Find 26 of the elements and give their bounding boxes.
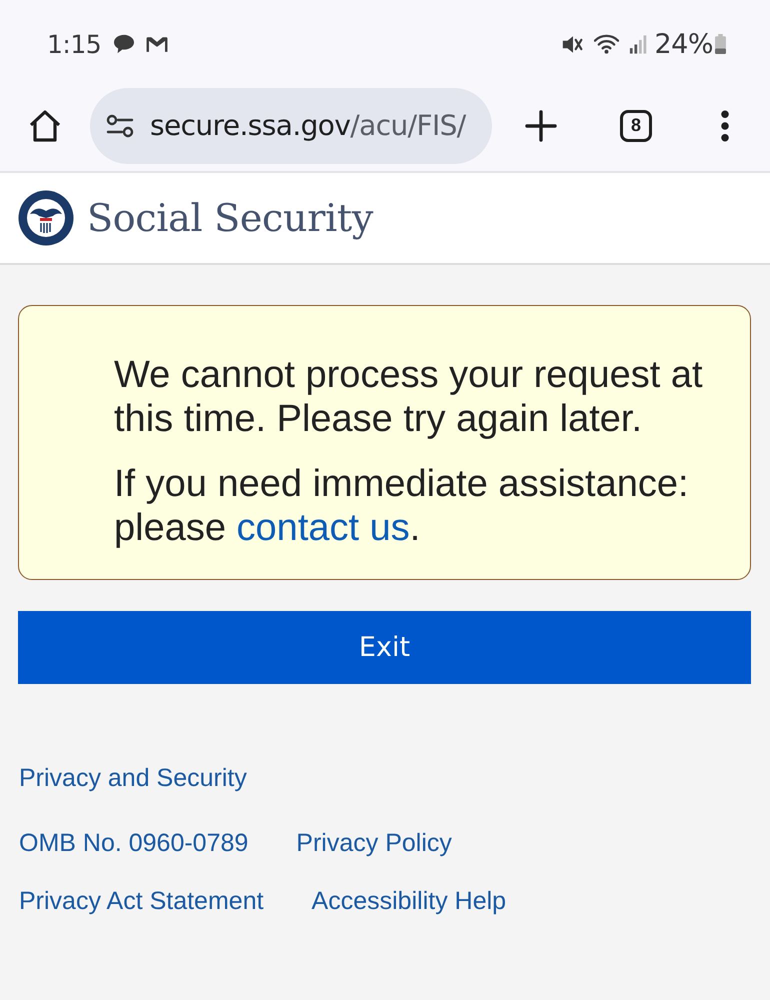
clock-time: 1:15 — [47, 30, 102, 58]
contact-link[interactable]: contact us — [236, 507, 410, 549]
footer-link[interactable]: Privacy and Security — [19, 764, 247, 792]
home-icon[interactable] — [28, 108, 62, 142]
site-settings-icon[interactable] — [106, 114, 134, 138]
signal-bars-icon — [629, 34, 650, 54]
exit-button[interactable]: Exit — [18, 611, 751, 684]
seal-icon[interactable] — [18, 190, 74, 246]
new-tab-plus-icon[interactable] — [525, 110, 557, 142]
address-bar[interactable]: secure.ssa.gov/acu/FIS/ — [90, 88, 492, 164]
footer-link[interactable]: OMB No. 0960-0789 — [19, 829, 248, 857]
alert-message: We cannot process your request at this time. Please try again later. — [114, 353, 704, 441]
tab-count-button[interactable]: 8 — [620, 110, 652, 142]
site-title[interactable]: Social Security — [87, 196, 374, 240]
more-menu-icon[interactable] — [720, 110, 730, 142]
url-text[interactable]: secure.ssa.gov/acu/FIS/ — [150, 109, 466, 142]
wifi-icon — [594, 34, 620, 54]
battery-icon — [715, 34, 726, 54]
battery-percent: 24% — [654, 28, 713, 60]
footer-link[interactable]: Privacy Policy — [296, 829, 452, 857]
muted-speaker-icon — [561, 34, 586, 54]
footer-link[interactable]: Accessibility Help — [312, 887, 506, 915]
chat-bubble-icon — [113, 34, 136, 54]
footer-link[interactable]: Privacy Act Statement — [19, 887, 264, 915]
alert-message: If you need immediate assistance: please contact us. — [114, 462, 690, 550]
mail-m-icon — [145, 34, 170, 54]
